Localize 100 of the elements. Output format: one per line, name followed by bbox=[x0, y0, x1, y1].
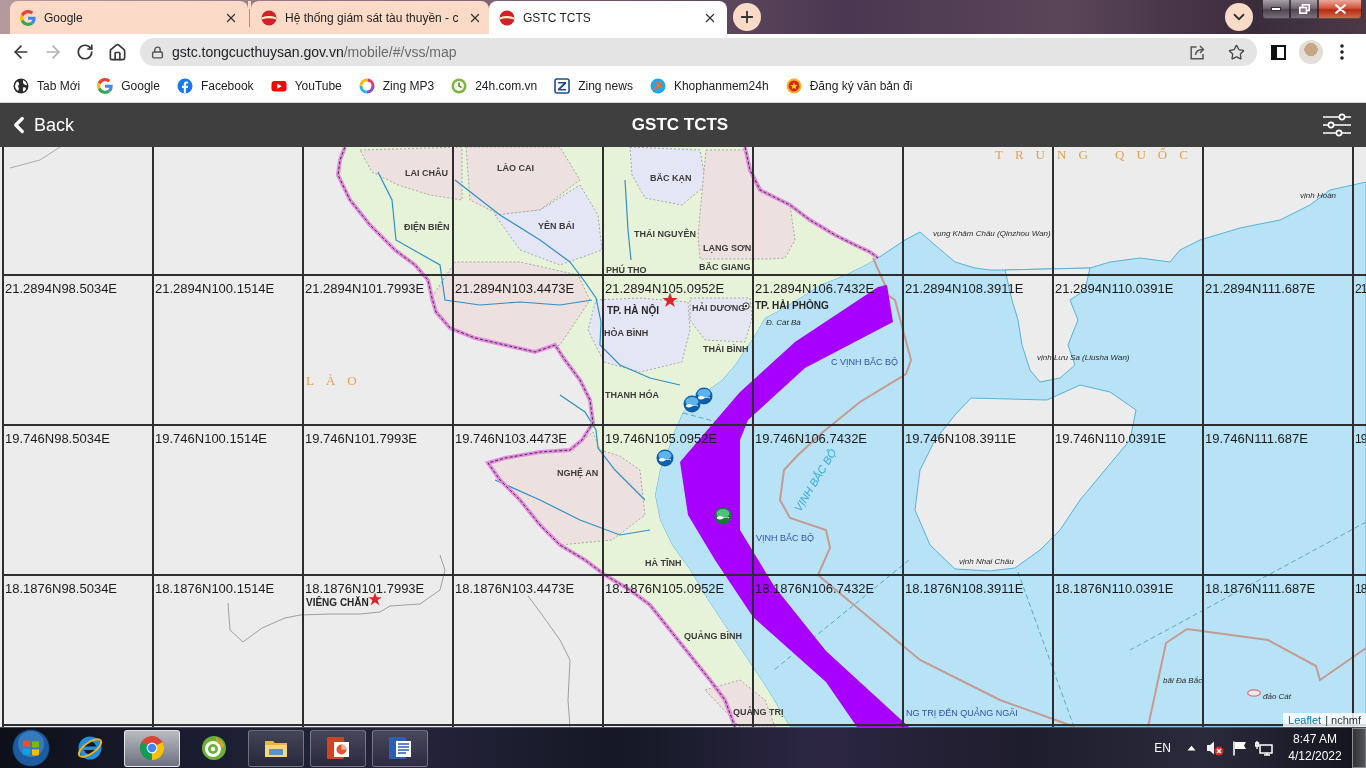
browser-tab[interactable]: Google bbox=[10, 1, 248, 34]
province-label: NGHỆ AN bbox=[557, 468, 599, 479]
document-icon bbox=[386, 734, 414, 762]
ball-logo-icon bbox=[499, 9, 515, 26]
taskbar-app-button[interactable] bbox=[124, 729, 180, 767]
coordinate-label: 18.1876N110.0391E bbox=[1055, 582, 1174, 595]
coordinate-label: 19 bbox=[1355, 433, 1366, 446]
province-label: ĐIỆN BIÊN bbox=[404, 222, 450, 233]
coordinate-label: 18.1876N100.1514E bbox=[155, 582, 275, 595]
bookmark-link[interactable]: YouTube bbox=[266, 73, 346, 99]
province-label: QUẢNG BÌNH bbox=[684, 631, 742, 642]
coordinate-label: 18 bbox=[1355, 583, 1366, 596]
sea-label: C VỊNH BẮC BỘ bbox=[831, 357, 898, 368]
round-logo-icon bbox=[649, 78, 666, 94]
province-label: YÊN BÁI bbox=[538, 221, 575, 232]
place-label: đảo Cát bbox=[1263, 692, 1292, 702]
province-label: HẢI DƯƠNG bbox=[692, 303, 746, 314]
province-label: BẮC KẠN bbox=[650, 173, 692, 184]
tab-search-button[interactable] bbox=[1225, 3, 1253, 31]
bookmark-link[interactable]: Zing MP3 bbox=[354, 73, 439, 99]
plus-icon bbox=[738, 8, 756, 26]
new-tab-button[interactable] bbox=[733, 3, 761, 31]
bookmark-link[interactable]: Zing news bbox=[550, 73, 637, 99]
e-logo-icon bbox=[76, 734, 104, 762]
back-button[interactable]: Back bbox=[6, 107, 75, 143]
coordinate-label: 18.1876N111.687E bbox=[1205, 582, 1316, 595]
taskbar-app-button[interactable] bbox=[248, 729, 304, 767]
sliders-icon bbox=[1322, 113, 1352, 137]
city-label: VIÊNG CHĂN bbox=[306, 597, 369, 609]
place-label: vịnh Nhai Châu bbox=[959, 557, 1014, 567]
coordinate-label: 21.2894N105.0952E bbox=[605, 282, 725, 295]
facebook-logo-icon bbox=[176, 78, 193, 94]
coordinate-label: 19.746N111.687E bbox=[1205, 432, 1308, 445]
place-label: vịnh Lưu Sa (Liusha Wan) bbox=[1037, 353, 1130, 363]
province-label: PHÚ THỌ bbox=[606, 265, 647, 276]
place-label: Đ. Cát Bà bbox=[766, 318, 801, 328]
chrome-logo-icon bbox=[138, 734, 166, 762]
start-orb-icon bbox=[12, 729, 50, 767]
minimize-button[interactable] bbox=[1262, 0, 1290, 19]
sea-label: NG TRỊ ĐẾN QUẢNG NGÃI bbox=[906, 708, 1018, 719]
coordinate-label: 19.746N108.3911E bbox=[905, 432, 1017, 445]
coordinate-label: 18.1876N101.7993E bbox=[305, 582, 425, 595]
minimize-icon bbox=[1271, 7, 1281, 11]
caret-up-icon bbox=[1187, 745, 1196, 751]
language-indicator[interactable]: EN bbox=[1154, 741, 1171, 755]
network-button[interactable] bbox=[1255, 740, 1273, 756]
coordinate-label: 21.2894N111.687E bbox=[1205, 282, 1316, 295]
restore-icon bbox=[1298, 4, 1310, 14]
leaflet-link[interactable]: Leaflet bbox=[1288, 713, 1322, 727]
coordinate-label: 19.746N100.1514E bbox=[155, 432, 268, 445]
coordinate-label: 21.2894N98.5034E bbox=[5, 282, 118, 295]
wave-marker-icon bbox=[656, 449, 674, 467]
coordinate-label: 21.2894N101.7993E bbox=[305, 282, 425, 295]
taskbar-app-button[interactable] bbox=[310, 729, 366, 767]
action-center-button[interactable] bbox=[1233, 740, 1247, 756]
star-icon bbox=[1227, 43, 1245, 61]
province-label: LÀO CAI bbox=[497, 163, 534, 174]
home-icon bbox=[107, 42, 127, 62]
star-marker-icon bbox=[662, 292, 678, 308]
bookmark-link[interactable]: Tab Mới bbox=[9, 73, 85, 99]
place-label: vịnh Hoàn bbox=[1300, 191, 1337, 201]
browser-tab[interactable]: Hệ thống giám sát tàu thuyền - c bbox=[251, 1, 489, 34]
clock[interactable]: 8:47 AM 4/12/2022 bbox=[1285, 731, 1345, 765]
coordinate-label: 21.2894N110.0391E bbox=[1055, 282, 1174, 295]
address-bar[interactable]: gstc.tongcucthuysan.gov.vn/mobile/#/vss/map bbox=[140, 38, 1257, 66]
star-marker-icon bbox=[368, 592, 382, 606]
province-label: HÀ TĨNH bbox=[645, 558, 682, 569]
bookmark-link[interactable]: Facebook bbox=[172, 73, 258, 99]
google-logo-icon bbox=[20, 9, 36, 26]
lock-icon bbox=[151, 45, 164, 59]
coordinate-label: 21.2894N108.3911E bbox=[905, 282, 1024, 295]
bookmark-link[interactable]: Đăng ký văn bản đi bbox=[781, 73, 917, 99]
close-icon bbox=[1334, 4, 1346, 14]
show-hidden-icons-button[interactable] bbox=[1187, 745, 1196, 751]
volume-button[interactable] bbox=[1206, 740, 1224, 756]
reload-icon bbox=[76, 43, 94, 61]
province-label: LAI CHÂU bbox=[405, 168, 448, 179]
coordinate-label: 21.2894N106.7432E bbox=[755, 282, 875, 295]
attribution-text: | nchmf bbox=[1325, 713, 1361, 727]
coordinate-label: 21.2894N100.1514E bbox=[155, 282, 275, 295]
taskbar-app-button[interactable] bbox=[372, 729, 428, 767]
coordinate-label: 21.2894N103.4473E bbox=[455, 282, 575, 295]
coordinate-label: 19.746N106.7432E bbox=[755, 432, 868, 445]
play-logo-icon bbox=[270, 78, 287, 94]
show-desktop-button[interactable] bbox=[1352, 728, 1366, 768]
browser-tab[interactable]: GSTC TCTS bbox=[489, 1, 727, 34]
coordinate-label: 19.746N101.7993E bbox=[305, 432, 418, 445]
bookmark-link[interactable]: Google bbox=[93, 73, 164, 99]
place-label: bãi Đá Bắc bbox=[1163, 676, 1203, 686]
speaker-muted-icon bbox=[1206, 740, 1224, 756]
province-label: HÒA BÌNH bbox=[604, 328, 649, 339]
restore-button[interactable] bbox=[1290, 0, 1318, 19]
bookmark-link[interactable]: Khophanmem24h bbox=[645, 73, 773, 99]
coordinate-label: 19.746N98.5034E bbox=[5, 432, 110, 445]
coordinate-label: 18.1876N103.4473E bbox=[455, 582, 575, 595]
country-label: LÀO bbox=[306, 374, 369, 389]
coordinate-label: 21 bbox=[1355, 283, 1366, 296]
close-window-button[interactable] bbox=[1318, 0, 1362, 19]
city-label: TP. HÀ NỘI bbox=[607, 305, 660, 317]
bookmark-link[interactable]: 24h.com.vn bbox=[447, 73, 542, 99]
